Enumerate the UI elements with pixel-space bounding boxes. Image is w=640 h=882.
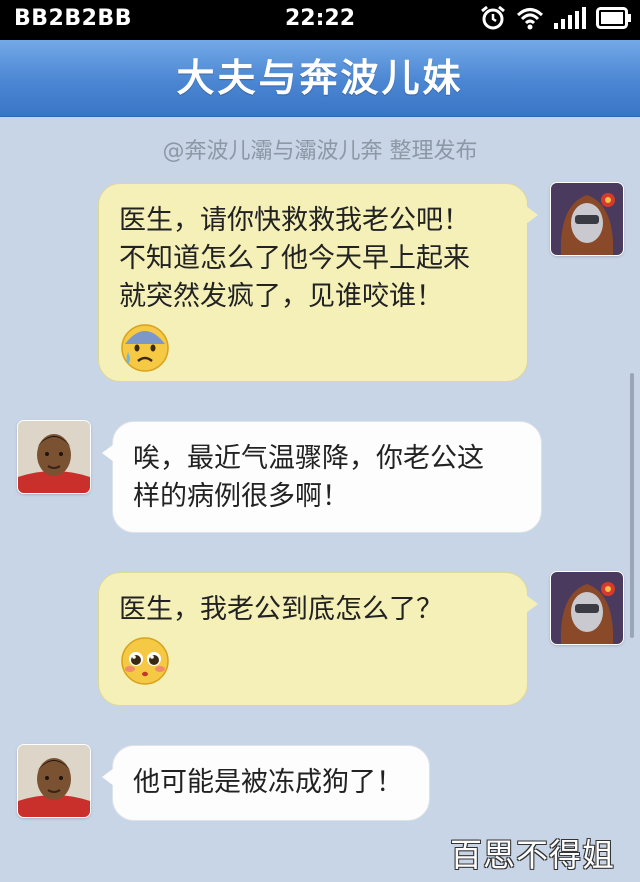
watermark: 百思不得姐 [450,836,616,874]
wife-avatar[interactable] [551,183,623,255]
message-bubble-3[interactable]: 医生，我老公到底怎么了？ [98,572,538,706]
message-bubble-4[interactable]: 他可能是被冻成狗了！ [102,745,430,821]
wife-avatar[interactable] [551,572,623,644]
doctor-avatar[interactable] [18,745,90,817]
message-4-line-1: 他可能是被冻成狗了！ [133,767,403,798]
scrollbar[interactable] [630,373,634,638]
pleading-face-icon [119,635,507,698]
message-1-line-3: 就突然发疯了，见谁咬谁！ [119,281,443,312]
status-time: 22:22 [285,6,356,31]
wifi-icon [516,6,544,34]
message-1-line-1: 医生，请你快救救我老公吧！ [119,205,470,236]
carrier-name: BB2B2BB [14,6,132,31]
signal-icon [554,6,586,34]
message-2-line-1: 唉，最近气温骤降，你老公这 [133,443,484,474]
chat-title: 大夫与奔波儿妹 [176,56,464,100]
message-3-line-1: 医生，我老公到底怎么了？ [119,594,443,625]
status-bar: BB2B2BB 22:22 [0,0,640,40]
message-bubble-2[interactable]: 唉，最近气温骤降，你老公这 样的病例很多啊！ [102,421,542,533]
battery-icon [596,7,632,33]
message-2-line-2: 样的病例很多啊！ [133,481,349,512]
chat-header: 大夫与奔波儿妹 [0,40,640,117]
message-1-line-2: 不知道怎么了他今天早上起来 [119,243,470,274]
doctor-avatar[interactable] [18,421,90,493]
message-bubble-1[interactable]: 医生，请你快救救我老公吧！ 不知道怎么了他今天早上起来 就突然发疯了，见谁咬谁！ [98,183,538,385]
anxious-sweat-face-icon [119,322,507,385]
alarm-icon [480,5,506,35]
credit-text: @奔波儿灞与灞波儿奔 整理发布 [162,139,478,164]
